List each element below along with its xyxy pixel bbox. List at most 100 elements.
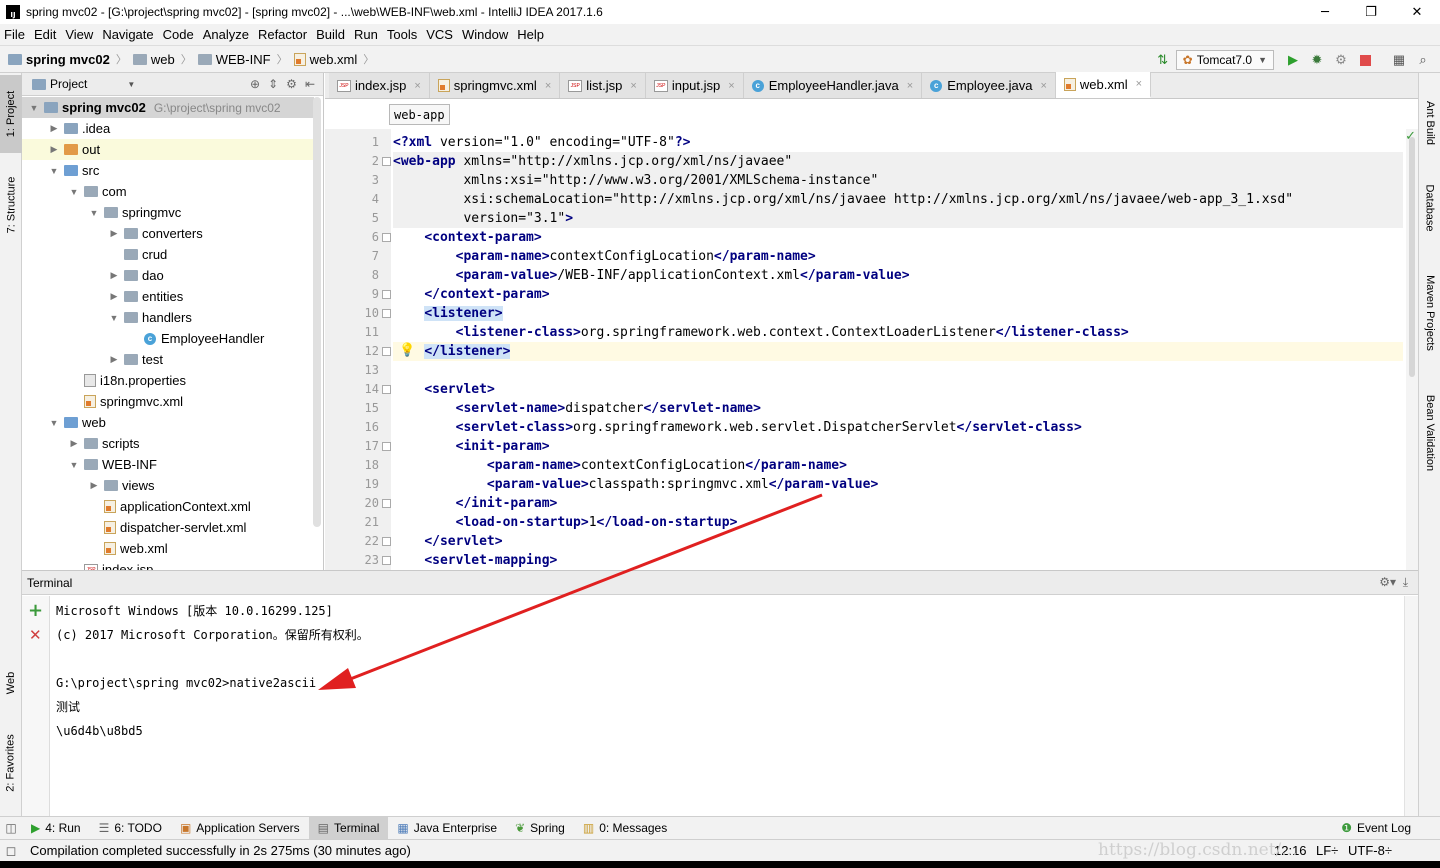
tool-window-tab[interactable]: ❦ Spring	[506, 817, 574, 840]
expanded-arrow-icon[interactable]: ▼	[28, 103, 40, 113]
gear-icon[interactable]: ⚙▾	[1379, 575, 1396, 589]
tool-window-tab[interactable]: ▦ Java Enterprise	[388, 817, 506, 840]
menu-tools[interactable]: Tools	[387, 27, 417, 42]
fold-marker-icon[interactable]	[382, 347, 391, 356]
tool-tab-bean-validation[interactable]: Bean Validation	[1419, 378, 1440, 488]
editor-tab[interactable]: JSP input.jsp ×	[645, 73, 744, 98]
tree-item[interactable]: ▶ scripts	[22, 433, 314, 454]
tree-item[interactable]: ▶ dao	[22, 265, 314, 286]
tree-item[interactable]: ▶ entities	[22, 286, 314, 307]
collapsed-arrow-icon[interactable]: ▶	[48, 123, 60, 134]
menu-view[interactable]: View	[65, 27, 93, 42]
status-icon[interactable]: ◻	[0, 843, 22, 859]
structure-breadcrumb[interactable]: web-app	[389, 104, 450, 125]
tree-item[interactable]: springmvc.xml	[22, 391, 314, 412]
file-encoding[interactable]: UTF-8÷	[1348, 843, 1392, 858]
fold-marker-icon[interactable]	[382, 309, 391, 318]
collapsed-arrow-icon[interactable]: ▶	[88, 480, 100, 491]
hide-panel-icon[interactable]: ⇤	[305, 77, 315, 91]
terminal-scrollbar[interactable]	[1404, 596, 1418, 817]
close-tab-icon[interactable]: ×	[545, 80, 551, 92]
menu-file[interactable]: File	[4, 27, 25, 42]
collapsed-arrow-icon[interactable]: ▶	[68, 438, 80, 449]
editor-tab[interactable]: JSP list.jsp ×	[560, 73, 646, 98]
tree-item[interactable]: ▶ views	[22, 475, 314, 496]
expanded-arrow-icon[interactable]: ▼	[88, 208, 100, 218]
expanded-arrow-icon[interactable]: ▼	[48, 418, 60, 428]
breadcrumb-project[interactable]: spring mvc02 〉	[8, 51, 127, 67]
fold-marker-icon[interactable]	[382, 499, 391, 508]
breadcrumb-web-xml[interactable]: web.xml 〉	[293, 51, 374, 67]
tool-window-tab[interactable]: ☰ 6: TODO	[90, 817, 171, 840]
collapse-all-icon[interactable]: ⇕	[268, 77, 278, 91]
maximize-button[interactable]: ❐	[1348, 0, 1394, 24]
coverage-icon[interactable]: ⚙	[1330, 49, 1352, 71]
close-session-icon[interactable]: ✕	[29, 626, 42, 644]
tree-item[interactable]: i18n.properties	[22, 370, 314, 391]
fold-marker-icon[interactable]	[382, 556, 391, 565]
tool-window-tab[interactable]: ▤ Terminal	[308, 816, 389, 840]
tree-item[interactable]: ▼ spring mvc02 G:\project\spring mvc02	[22, 97, 314, 118]
breadcrumb-web-inf[interactable]: WEB-INF 〉	[197, 51, 288, 67]
close-tab-icon[interactable]: ×	[728, 80, 734, 92]
menu-analyze[interactable]: Analyze	[203, 27, 249, 42]
close-tab-icon[interactable]: ×	[414, 80, 420, 92]
menu-vcs[interactable]: VCS	[426, 27, 453, 42]
editor-tab[interactable]: c EmployeeHandler.java ×	[743, 73, 923, 98]
tool-tab-maven-projects[interactable]: Maven Projects	[1419, 258, 1440, 368]
fold-marker-icon[interactable]	[382, 290, 391, 299]
project-view-select[interactable]: Project	[50, 77, 87, 91]
tool-tab-web[interactable]: Web	[0, 658, 22, 708]
hide-panel-icon[interactable]: ⤓	[1403, 575, 1408, 589]
tree-item[interactable]: ▶ .idea	[22, 118, 314, 139]
fold-marker-icon[interactable]	[382, 157, 391, 166]
search-everywhere-icon[interactable]: ⌕	[1412, 49, 1434, 71]
close-tab-icon[interactable]: ×	[1040, 80, 1046, 92]
tool-tab-ant-build[interactable]: Ant Build	[1419, 88, 1440, 158]
close-tab-icon[interactable]: ×	[907, 80, 913, 92]
menu-window[interactable]: Window	[462, 27, 508, 42]
event-log-button[interactable]: ❶ Event Log	[1332, 817, 1420, 840]
collapsed-arrow-icon[interactable]: ▶	[108, 228, 120, 239]
editor-tab[interactable]: web.xml ×	[1055, 72, 1152, 98]
tree-item[interactable]: c EmployeeHandler	[22, 328, 314, 349]
minimize-button[interactable]: ─	[1302, 0, 1348, 24]
line-separator[interactable]: LF÷	[1316, 843, 1338, 858]
tool-tab-favorites[interactable]: 2: Favorites	[0, 718, 22, 808]
editor-tab[interactable]: JSP index.jsp ×	[329, 73, 430, 98]
close-tab-icon[interactable]: ×	[630, 80, 636, 92]
tool-tab-project[interactable]: 1: Project	[0, 75, 22, 153]
stop-icon[interactable]	[1354, 49, 1376, 71]
fold-marker-icon[interactable]	[382, 442, 391, 451]
tree-item[interactable]: ▶ converters	[22, 223, 314, 244]
tree-item[interactable]: ▶ test	[22, 349, 314, 370]
new-session-icon[interactable]: +	[28, 600, 43, 621]
toggle-tool-windows-icon[interactable]: ◫	[0, 821, 22, 835]
menu-navigate[interactable]: Navigate	[102, 27, 153, 42]
expanded-arrow-icon[interactable]: ▼	[108, 313, 120, 323]
editor-scrollbar[interactable]	[1406, 129, 1418, 570]
menu-edit[interactable]: Edit	[34, 27, 56, 42]
locate-icon[interactable]: ⊕	[250, 77, 260, 91]
tree-item[interactable]: web.xml	[22, 538, 314, 559]
tree-item[interactable]: ▼ springmvc	[22, 202, 314, 223]
breadcrumb-web[interactable]: web 〉	[132, 51, 192, 67]
terminal-output[interactable]: Microsoft Windows [版本 10.0.16299.125] (c)…	[56, 599, 1396, 743]
menu-help[interactable]: Help	[517, 27, 544, 42]
chevron-down-icon[interactable]: ▼	[127, 80, 135, 89]
expanded-arrow-icon[interactable]: ▼	[48, 166, 60, 176]
gear-icon[interactable]: ⚙	[286, 77, 297, 91]
tree-item[interactable]: ▼ handlers	[22, 307, 314, 328]
run-icon[interactable]: ▶	[1282, 49, 1304, 71]
menu-run[interactable]: Run	[354, 27, 378, 42]
run-config-select[interactable]: ✿ Tomcat7.0 ▼	[1175, 50, 1274, 70]
tree-item[interactable]: ▼ web	[22, 412, 314, 433]
expanded-arrow-icon[interactable]: ▼	[68, 187, 80, 197]
tree-item[interactable]: applicationContext.xml	[22, 496, 314, 517]
collapsed-arrow-icon[interactable]: ▶	[108, 270, 120, 281]
fold-marker-icon[interactable]	[382, 385, 391, 394]
tool-tab-structure[interactable]: 7: Structure	[0, 165, 22, 245]
collapsed-arrow-icon[interactable]: ▶	[108, 354, 120, 365]
editor-tab[interactable]: c Employee.java ×	[922, 73, 1056, 98]
code-area[interactable]: <?xml version="1.0" encoding="UTF-8"?><?…	[393, 129, 1405, 570]
